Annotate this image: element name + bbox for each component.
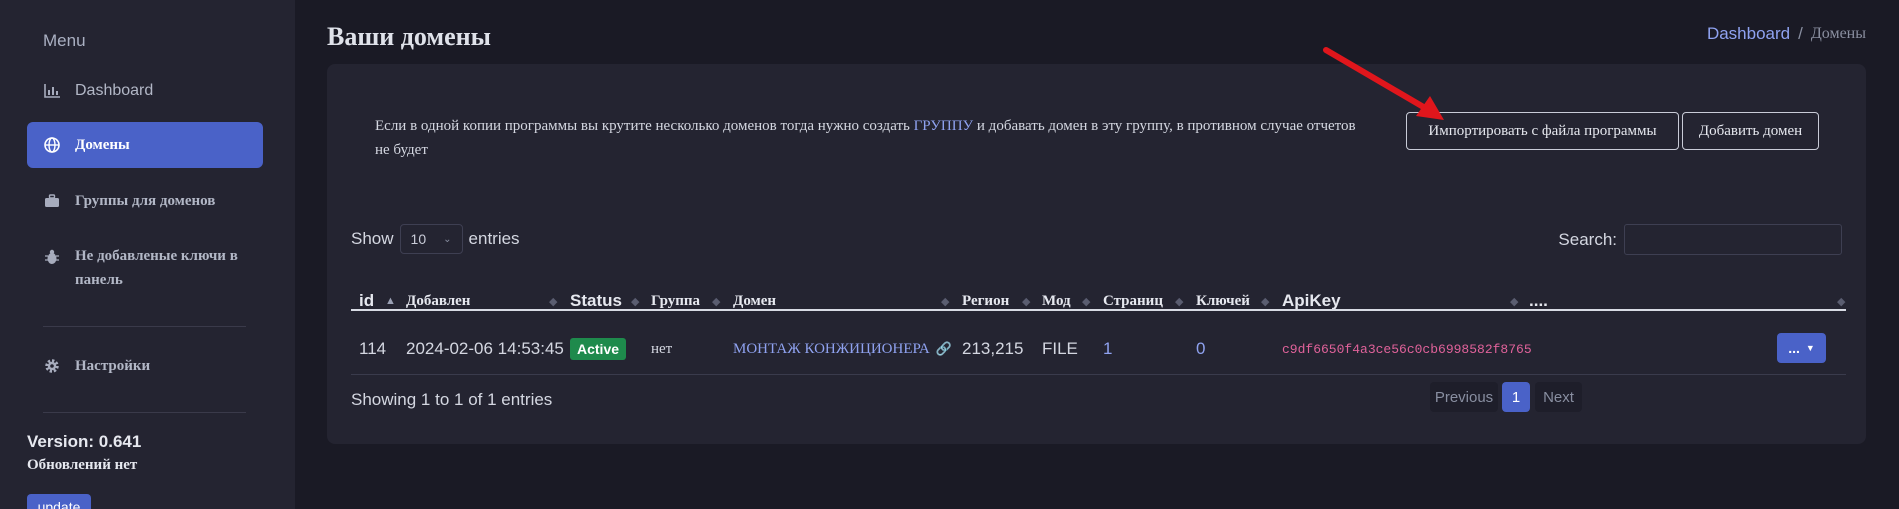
cell-domain: МОНТАЖ КОНЖИЦИОНЕРА 🔗: [733, 324, 952, 374]
column-header-id[interactable]: id: [359, 280, 374, 322]
table-header-border: [351, 309, 1846, 311]
link-icon: 🔗: [935, 341, 952, 356]
sidebar-item-label: Не добавленые ключи в панель: [75, 248, 238, 288]
sidebar-item-settings[interactable]: Настройки: [27, 343, 263, 389]
column-header-region[interactable]: Регион: [962, 280, 1009, 322]
cell-apikey: c9df6650f4a3ce56c0cb6998582f8765: [1282, 324, 1532, 374]
breadcrumb-separator: /: [1798, 24, 1803, 43]
sort-icon: ◆: [1510, 295, 1519, 308]
sort-icon: ◆: [1082, 295, 1091, 308]
sort-icon: ◆: [549, 295, 558, 308]
column-header-pages[interactable]: Страниц: [1103, 280, 1163, 322]
chevron-down-icon: ⌄: [443, 233, 452, 245]
table-row-border: [351, 374, 1846, 375]
sidebar: Menu Dashboard Домены Группы для доменов…: [0, 0, 295, 509]
sidebar-item-missing-keys[interactable]: Не добавленые ключи в панель: [27, 236, 263, 296]
briefcase-icon: [43, 192, 61, 210]
bug-icon: [43, 248, 61, 266]
updates-status: Обновлений нет: [27, 457, 138, 473]
breadcrumb-dashboard-link[interactable]: Dashboard: [1707, 24, 1790, 44]
sidebar-item-groups[interactable]: Группы для доменов: [27, 178, 263, 224]
cell-id: 114: [359, 339, 387, 358]
column-header-actions: ....: [1529, 291, 1548, 310]
column-header-domain[interactable]: Домен: [733, 280, 776, 322]
cell-added: 2024-02-06 14:53:45: [406, 339, 564, 358]
sidebar-divider: [43, 412, 246, 413]
info-text-start: Если в одной копии программы вы крутите …: [375, 118, 914, 134]
table-info: Showing 1 to 1 of 1 entries: [351, 390, 553, 409]
search-input[interactable]: [1624, 224, 1842, 255]
pagination-next[interactable]: Next: [1535, 382, 1582, 412]
gear-icon: [43, 357, 61, 375]
sort-icon: ◆: [1837, 295, 1846, 308]
chart-icon: [43, 82, 61, 100]
row-actions-dropdown-button[interactable]: ... ▼: [1777, 333, 1826, 363]
sort-asc-icon: ▲: [385, 295, 396, 307]
column-header-keys[interactable]: Ключей: [1196, 280, 1250, 322]
sort-icon: ◆: [941, 295, 950, 308]
sort-icon: ◆: [1175, 295, 1184, 308]
column-header-group[interactable]: Группа: [651, 280, 700, 322]
column-header-apikey[interactable]: ApiKey: [1282, 280, 1341, 322]
sidebar-item-label: Группы для доменов: [75, 192, 216, 209]
group-link[interactable]: ГРУППУ: [914, 118, 974, 134]
entries-label: entries: [468, 229, 520, 248]
pagination-page-1[interactable]: 1: [1502, 382, 1530, 412]
cell-mod: FILE: [1042, 339, 1078, 358]
sort-icon: ◆: [1261, 295, 1270, 308]
cell-pages-link[interactable]: 1: [1103, 324, 1112, 374]
column-header-status[interactable]: Status: [570, 280, 622, 322]
add-domain-button[interactable]: Добавить домен: [1682, 112, 1819, 150]
group-info-text: Если в одной копии программы вы крутите …: [375, 114, 1365, 162]
breadcrumb: Dashboard / Домены: [1707, 24, 1866, 44]
sidebar-item-dashboard[interactable]: Dashboard: [27, 68, 263, 114]
menu-title: Menu: [43, 31, 86, 50]
status-badge: Active: [570, 338, 627, 360]
cell-keys-link[interactable]: 0: [1196, 324, 1205, 374]
sidebar-item-label: Dashboard: [75, 82, 154, 99]
cell-group: нет: [651, 340, 673, 357]
sort-icon: ◆: [712, 295, 721, 308]
page-length-select[interactable]: 10 ⌄: [399, 224, 463, 254]
sort-icon: ◆: [1022, 295, 1031, 308]
sidebar-item-label: Домены: [75, 136, 130, 153]
breadcrumb-current: Домены: [1810, 25, 1866, 42]
page-title: Ваши домены: [327, 22, 491, 51]
apikey-value: c9df6650f4a3ce56c0cb6998582f8765: [1282, 341, 1532, 357]
actions-label: ...: [1788, 340, 1800, 356]
sidebar-item-label: Настройки: [75, 357, 151, 374]
page-length-control: Show 10 ⌄ entries: [351, 224, 520, 254]
annotation-arrow-icon: [1323, 47, 1444, 120]
show-label: Show: [351, 229, 394, 248]
pagination-previous[interactable]: Previous: [1430, 382, 1498, 412]
table-search: Search:: [1558, 224, 1842, 255]
page-length-value: 10: [410, 231, 427, 247]
caret-down-icon: ▼: [1805, 343, 1815, 353]
column-header-added[interactable]: Добавлен: [406, 280, 470, 322]
domains-card: Если в одной копии программы вы крутите …: [327, 64, 1866, 444]
cell-region: 213,215: [962, 339, 1024, 358]
globe-icon: [43, 136, 61, 154]
sidebar-divider: [43, 326, 246, 327]
domain-link[interactable]: МОНТАЖ КОНЖИЦИОНЕРА: [733, 341, 930, 358]
cell-status: Active: [570, 324, 627, 374]
column-header-mod[interactable]: Мод: [1042, 280, 1071, 322]
update-button[interactable]: update: [27, 494, 91, 509]
search-label: Search:: [1558, 229, 1617, 249]
sidebar-item-domains[interactable]: Домены: [27, 122, 263, 168]
version-label: Version: 0.641: [27, 432, 142, 451]
sort-icon: ◆: [631, 295, 640, 308]
